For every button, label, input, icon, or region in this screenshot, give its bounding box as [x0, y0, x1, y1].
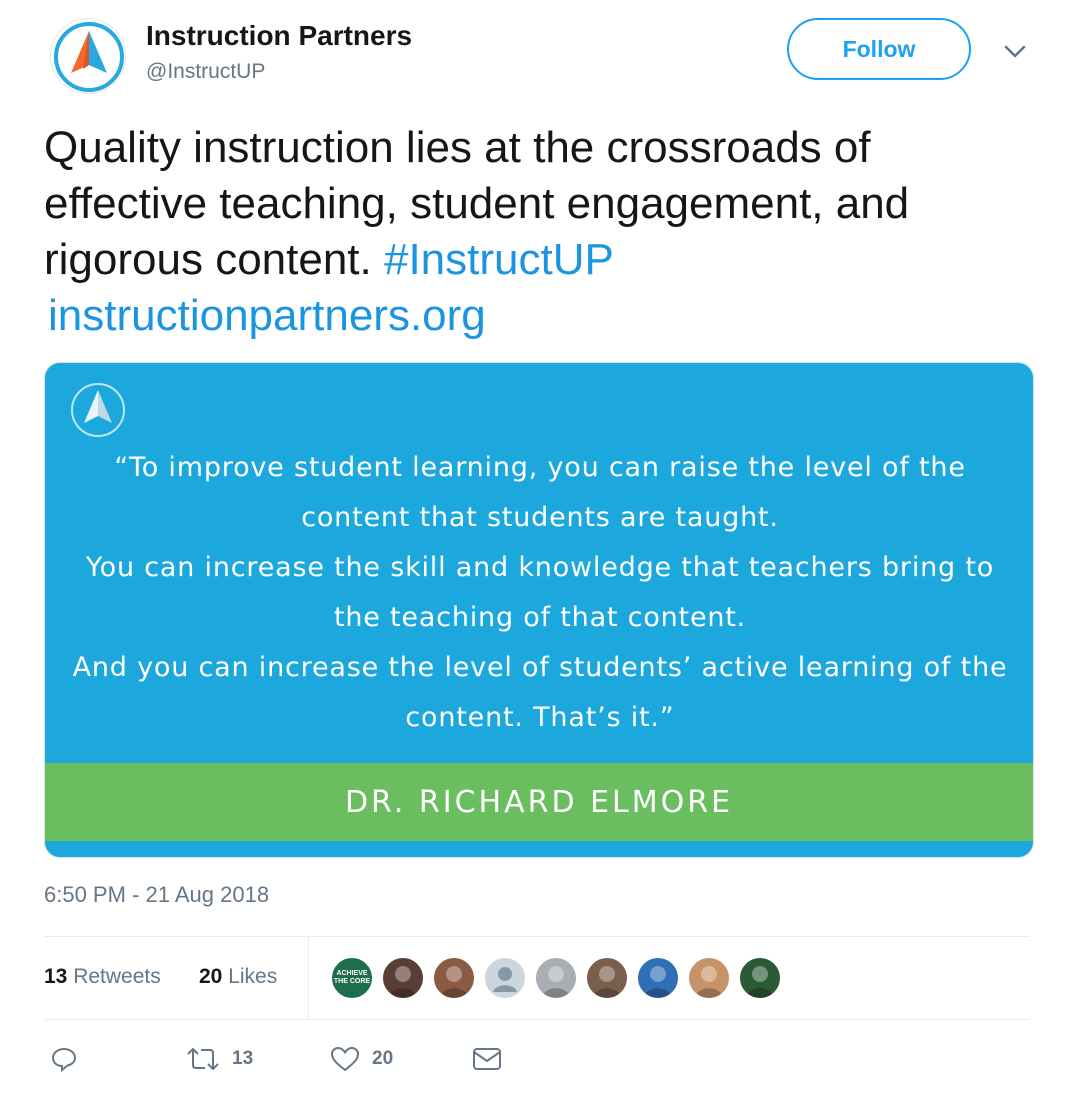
chevron-down-icon[interactable] — [1000, 36, 1030, 66]
tweet-text: Quality instruction lies at the crossroa… — [44, 120, 1044, 288]
hashtag-link[interactable]: #InstructUP — [384, 235, 614, 284]
liker-avatar[interactable] — [534, 956, 578, 1000]
retweets-stat[interactable]: 13 Retweets — [44, 965, 161, 989]
reply-button[interactable] — [50, 1044, 78, 1074]
account-handle[interactable]: @InstructUP — [146, 60, 265, 84]
quote-line: the teaching of that content. — [333, 602, 747, 633]
retweet-button[interactable]: 13 — [186, 1044, 253, 1074]
quote-author: DR. RICHARD ELMORE — [45, 763, 1033, 841]
liker-avatar[interactable] — [687, 956, 731, 1000]
tweet-header: Instruction Partners @InstructUP Follow — [50, 14, 1050, 104]
like-count: 20 — [372, 1048, 394, 1069]
quote-line: content. That’s it.” — [405, 702, 675, 733]
card-logo-icon — [69, 381, 127, 439]
retweets-label: Retweets — [73, 965, 161, 988]
instruction-partners-logo-icon — [54, 22, 124, 92]
quote-line: And you can increase the level of studen… — [72, 652, 1008, 683]
like-button[interactable]: 20 — [330, 1044, 393, 1074]
retweet-icon — [187, 1048, 219, 1070]
likes-stat[interactable]: 20 Likes — [199, 965, 277, 989]
divider — [44, 1019, 1030, 1020]
liker-avatar[interactable] — [432, 956, 476, 1000]
quote-line: You can increase the skill and knowledge… — [85, 552, 995, 583]
quote-image-card[interactable]: “To improve student learning, you can ra… — [44, 362, 1034, 858]
reply-icon — [51, 1047, 77, 1073]
liker-avatar-text: ACHIEVE THE CORE — [333, 970, 371, 985]
liker-avatar[interactable] — [585, 956, 629, 1000]
heart-icon — [330, 1046, 360, 1072]
likes-count: 20 — [199, 965, 223, 988]
liker-avatar[interactable] — [738, 956, 782, 1000]
tweet-timestamp[interactable]: 6:50 PM - 21 Aug 2018 — [44, 882, 269, 908]
envelope-icon — [473, 1048, 501, 1070]
retweet-count: 13 — [232, 1048, 254, 1069]
liker-avatar[interactable] — [483, 956, 527, 1000]
tweet-url-link[interactable]: instructionpartners.org — [48, 288, 486, 344]
account-name[interactable]: Instruction Partners — [146, 20, 412, 52]
follow-button[interactable]: Follow — [787, 18, 971, 80]
liker-avatar[interactable] — [636, 956, 680, 1000]
account-avatar[interactable] — [50, 18, 126, 94]
tweet-actions: 13 20 — [44, 1030, 644, 1090]
quote-line: “To improve student learning, you can ra… — [114, 452, 966, 483]
likes-label: Likes — [228, 965, 278, 988]
retweets-count: 13 — [44, 965, 68, 988]
tweet-stats: 13 Retweets 20 Likes ACHIEVE THE CORE — [44, 937, 1030, 1019]
liker-avatar[interactable]: ACHIEVE THE CORE — [330, 956, 374, 1000]
liker-avatar[interactable] — [381, 956, 425, 1000]
stats-separator — [308, 937, 309, 1019]
direct-message-button[interactable] — [472, 1044, 502, 1074]
quote-text: “To improve student learning, you can ra… — [55, 443, 1025, 743]
quote-line: content that students are taught. — [301, 502, 779, 533]
